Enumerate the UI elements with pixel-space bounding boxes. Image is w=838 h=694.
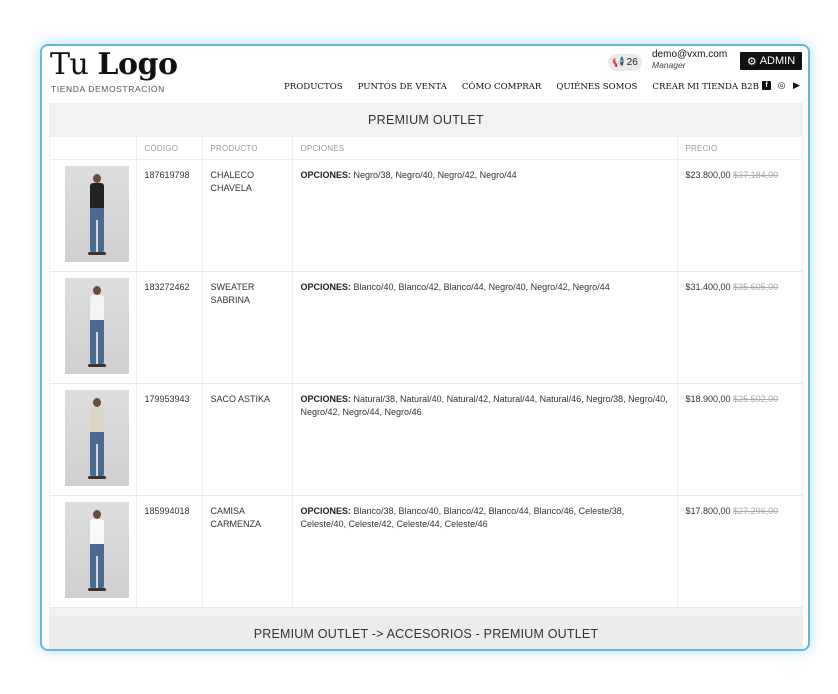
- product-image-cell: [50, 271, 137, 384]
- product-price: $31.400,00 $35.605,00: [677, 271, 803, 384]
- product-photo[interactable]: [65, 390, 129, 486]
- nav-item-como-comprar[interactable]: CÓMO COMPRAR: [462, 82, 542, 92]
- model-head: [93, 510, 101, 519]
- model-top: [90, 519, 104, 545]
- youtube-icon[interactable]: ▶: [792, 81, 801, 90]
- product-name[interactable]: SWEATER SABRINA: [202, 271, 293, 384]
- header-options: OPCIONES: [292, 137, 678, 160]
- user-email: demo@vxm.com: [652, 49, 728, 60]
- product-price: $17.800,00 $27.296,00: [677, 495, 803, 608]
- product-name[interactable]: CHALECO CHAVELA: [202, 159, 293, 272]
- current-price: $17.800,00: [685, 506, 731, 516]
- logo-text-light: Tu: [50, 47, 98, 82]
- main-nav: PRODUCTOS PUNTOS DE VENTA CÓMO COMPRAR Q…: [284, 82, 774, 92]
- options-label: OPCIONES:: [300, 170, 352, 180]
- nav-item-crear-tienda[interactable]: CREAR MI TIENDA B2B: [652, 82, 759, 92]
- model-jeans: [90, 544, 104, 588]
- header-price: PRECIO: [677, 137, 803, 160]
- product-price: $18.900,00 $25.502,00: [677, 383, 803, 496]
- product-photo[interactable]: [65, 502, 129, 598]
- old-price: $35.605,00: [733, 282, 779, 292]
- model-shoes: [88, 476, 106, 479]
- nav-item-puntos-de-venta[interactable]: PUNTOS DE VENTA: [358, 82, 447, 92]
- table-row[interactable]: 185994018 CAMISA CARMENZA OPCIONES: Blan…: [50, 495, 803, 608]
- product-options: OPCIONES: Natural/38, Natural/40, Natura…: [292, 383, 678, 496]
- product-image-cell: [50, 495, 137, 608]
- header-code: CÓDIGO: [136, 137, 203, 160]
- product-options: OPCIONES: Blanco/38, Blanco/40, Blanco/4…: [292, 495, 678, 608]
- product-code: 187619798: [136, 159, 203, 272]
- model-jeans: [90, 208, 104, 252]
- notifications-button[interactable]: 📢 26: [608, 54, 642, 71]
- model-head: [93, 286, 101, 295]
- current-price: $18.900,00: [685, 394, 731, 404]
- header-product: PRODUCTO: [202, 137, 293, 160]
- model-jeans: [90, 320, 104, 364]
- model-jeans: [90, 432, 104, 476]
- model-shoes: [88, 364, 106, 367]
- next-section-title: PREMIUM OUTLET -> ACCESORIOS - PREMIUM O…: [49, 616, 803, 649]
- product-price: $23.800,00 $37.184,00: [677, 159, 803, 272]
- table-header-row: CÓDIGO PRODUCTO OPCIONES PRECIO: [50, 137, 803, 160]
- model-shoes: [88, 252, 106, 255]
- product-options: OPCIONES: Blanco/40, Blanco/42, Blanco/4…: [292, 271, 678, 384]
- table-row[interactable]: 187619798 CHALECO CHAVELA OPCIONES: Negr…: [50, 159, 803, 272]
- product-options: OPCIONES: Negro/38, Negro/40, Negro/42, …: [292, 159, 678, 272]
- admin-label: ADMIN: [759, 55, 796, 67]
- options-label: OPCIONES:: [300, 394, 352, 404]
- site-header: Tu Logo TIENDA DEMOSTRACIÓN 📢 26 demo@vx…: [42, 46, 808, 101]
- app-window: Tu Logo TIENDA DEMOSTRACIÓN 📢 26 demo@vx…: [40, 44, 810, 651]
- gears-icon: ⚙: [746, 55, 757, 68]
- nav-item-quienes-somos[interactable]: QUIÉNES SOMOS: [556, 82, 637, 92]
- notification-count: 26: [626, 57, 638, 68]
- nav-item-productos[interactable]: PRODUCTOS: [284, 82, 343, 92]
- table-row[interactable]: 179953943 SACO ASTIKA OPCIONES: Natural/…: [50, 383, 803, 496]
- options-label: OPCIONES:: [300, 282, 352, 292]
- product-table: CÓDIGO PRODUCTO OPCIONES PRECIO 18761979…: [50, 137, 803, 608]
- instagram-icon[interactable]: ◎: [777, 81, 786, 90]
- catalog-content: PREMIUM OUTLET CÓDIGO PRODUCTO OPCIONES …: [49, 103, 803, 649]
- model-top: [90, 183, 104, 209]
- tagline: TIENDA DEMOSTRACIÓN: [51, 84, 165, 94]
- old-price: $37.184,00: [733, 170, 779, 180]
- product-name[interactable]: CAMISA CARMENZA: [202, 495, 293, 608]
- product-code: 185994018: [136, 495, 203, 608]
- product-code: 183272462: [136, 271, 203, 384]
- product-photo[interactable]: [65, 166, 129, 262]
- old-price: $25.502,00: [733, 394, 779, 404]
- logo[interactable]: Tu Logo: [50, 47, 178, 82]
- product-image-cell: [50, 383, 137, 496]
- product-image-cell: [50, 159, 137, 272]
- options-values: Blanco/40, Blanco/42, Blanco/44, Negro/4…: [353, 282, 610, 292]
- options-label: OPCIONES:: [300, 506, 352, 516]
- section-title: PREMIUM OUTLET: [367, 113, 484, 127]
- options-values: Natural/38, Natural/40, Natural/42, Natu…: [300, 394, 668, 417]
- options-values: Negro/38, Negro/40, Negro/42, Negro/44: [353, 170, 517, 180]
- facebook-icon[interactable]: f: [762, 81, 771, 90]
- megaphone-icon: 📢: [612, 57, 625, 68]
- model-head: [93, 174, 101, 183]
- current-price: $31.400,00: [685, 282, 731, 292]
- user-info[interactable]: demo@vxm.com Manager: [652, 49, 728, 71]
- model-head: [93, 398, 101, 407]
- product-name[interactable]: SACO ASTIKA: [202, 383, 293, 496]
- social-links: f ◎ ▶: [762, 81, 801, 90]
- product-photo[interactable]: [65, 278, 129, 374]
- logo-text-bold: Logo: [97, 47, 178, 82]
- model-top: [90, 407, 104, 433]
- admin-button[interactable]: ⚙ ADMIN: [740, 52, 802, 70]
- old-price: $27.296,00: [733, 506, 779, 516]
- model-shoes: [88, 588, 106, 591]
- table-row[interactable]: 183272462 SWEATER SABRINA OPCIONES: Blan…: [50, 271, 803, 384]
- user-role: Manager: [652, 60, 686, 70]
- model-top: [90, 295, 104, 321]
- current-price: $23.800,00: [685, 170, 731, 180]
- header-image: [50, 137, 137, 160]
- product-code: 179953943: [136, 383, 203, 496]
